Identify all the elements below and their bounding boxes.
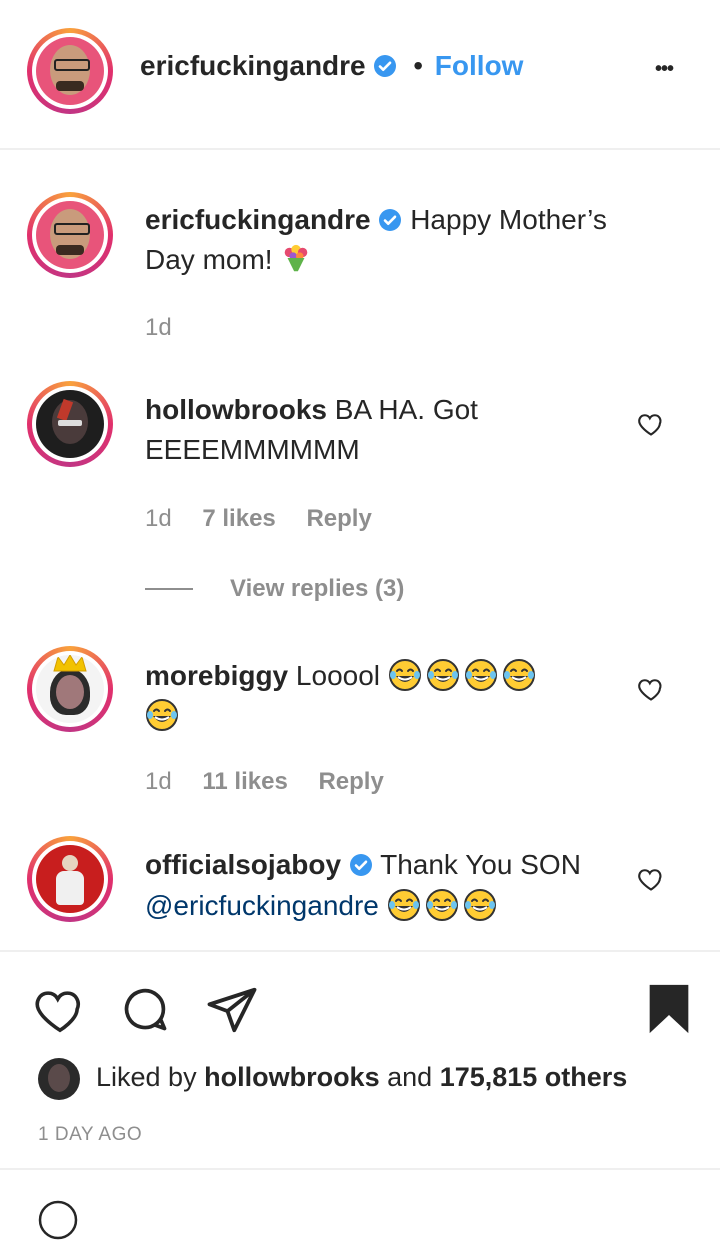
add-comment-emoji-icon[interactable] (38, 1200, 78, 1240)
verified-badge-icon (379, 209, 402, 231)
follow-button[interactable]: Follow (435, 50, 524, 81)
verified-badge-icon (374, 55, 397, 77)
commenter-avatar[interactable] (27, 381, 113, 467)
more-options-button[interactable]: ••• (655, 58, 674, 81)
tears-of-joy-emoji-icon (463, 888, 497, 922)
tears-of-joy-emoji-icon (426, 658, 460, 692)
comment-text-line2: EEEEMMMMMM (145, 434, 360, 465)
comment-likes[interactable]: 11 likes (202, 768, 287, 795)
header-username[interactable]: ericfuckingandre (140, 50, 366, 81)
liked-by-suffix: and (387, 1062, 433, 1092)
liked-by-user[interactable]: hollowbrooks (204, 1062, 380, 1092)
comment-like-heart-icon[interactable] (637, 675, 665, 703)
like-heart-icon[interactable] (33, 983, 87, 1037)
post-date: 1 DAY AGO (38, 1124, 143, 1145)
actions-divider (0, 950, 720, 952)
comment-icon[interactable] (119, 983, 171, 1035)
comment-time: 1d (145, 768, 172, 795)
view-replies-line (145, 588, 193, 590)
comment-text-line1: Thank You SON (380, 849, 581, 880)
comment-text-line1: Looool (295, 660, 381, 691)
comment-username[interactable]: officialsojaboy (145, 849, 341, 880)
tears-of-joy-emoji-icon (464, 658, 498, 692)
share-icon[interactable] (205, 983, 259, 1037)
comment-reply-button[interactable]: Reply (306, 505, 371, 532)
comment-mention[interactable]: @ericfuckingandre (145, 890, 379, 921)
tears-of-joy-emoji-icon (145, 698, 179, 732)
verified-badge-icon (349, 854, 372, 876)
tears-of-joy-emoji-icon (387, 888, 421, 922)
bouquet-emoji-icon (285, 244, 308, 272)
caption-text-line1: Happy Mother’s (410, 204, 607, 235)
commenter-avatar[interactable] (27, 836, 113, 922)
comment-likes[interactable]: 7 likes (202, 505, 275, 532)
commenter-avatar[interactable] (27, 646, 113, 732)
comment-like-heart-icon[interactable] (637, 865, 665, 893)
liked-by-prefix: Liked by (96, 1062, 197, 1092)
tears-of-joy-emoji-icon (388, 658, 422, 692)
liker-avatar[interactable] (38, 1058, 80, 1100)
caption-avatar[interactable] (27, 192, 113, 278)
view-replies-button[interactable]: View replies (3) (230, 575, 404, 603)
header-divider (0, 148, 720, 150)
bookmark-icon[interactable] (640, 980, 698, 1038)
tears-of-joy-emoji-icon (425, 888, 459, 922)
footer-divider (0, 1168, 720, 1170)
caption-time: 1d (145, 314, 172, 341)
author-avatar[interactable] (27, 28, 113, 114)
comment-time: 1d (145, 505, 172, 532)
comment-username[interactable]: morebiggy (145, 660, 288, 691)
comment-username[interactable]: hollowbrooks (145, 394, 327, 425)
comment-like-heart-icon[interactable] (637, 410, 665, 438)
tears-of-joy-emoji-icon (502, 658, 536, 692)
caption-text-line2: Day mom! (145, 244, 273, 275)
comment-text-line1: BA HA. Got (334, 394, 478, 425)
liked-by-others[interactable]: 175,815 others (440, 1062, 628, 1092)
caption-username[interactable]: ericfuckingandre (145, 204, 371, 235)
comment-reply-button[interactable]: Reply (318, 768, 383, 795)
header-dot: • (413, 50, 424, 81)
